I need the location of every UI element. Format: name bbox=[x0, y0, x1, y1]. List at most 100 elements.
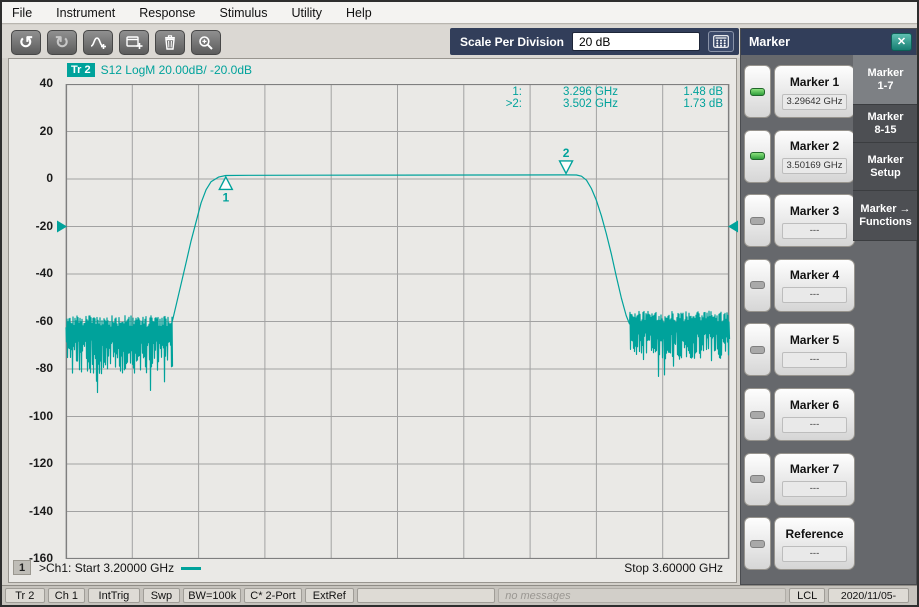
marker-panel: Marker ✕ Marker 13.29642 GHz Marker 2 3.50… bbox=[740, 28, 917, 585]
marker-value: --- bbox=[782, 546, 847, 562]
trace-info: S12 LogM 20.00dB/ -20.0dB bbox=[101, 63, 252, 77]
marker-button-marker-4[interactable]: Marker 4 --- bbox=[774, 259, 855, 312]
zoom-button[interactable] bbox=[191, 30, 221, 55]
status-segment-c-2-port[interactable]: C* 2-Port bbox=[244, 588, 301, 603]
led-off-icon bbox=[750, 411, 765, 419]
led-off-icon bbox=[750, 346, 765, 354]
graticule-and-trace: 12 bbox=[56, 84, 738, 559]
marker-value: --- bbox=[782, 223, 847, 239]
marker-value: 3.50169 GHz bbox=[782, 158, 847, 174]
marker-enable-toggle-3[interactable] bbox=[744, 194, 771, 247]
marker-enable-toggle-4[interactable] bbox=[744, 259, 771, 312]
menu-item-instrument[interactable]: Instrument bbox=[56, 6, 115, 20]
y-tick-label: -80 bbox=[17, 361, 53, 375]
plot-panel: Tr 2 S12 LogM 20.00dB/ -20.0dB 40 20 0 -20 -… bbox=[8, 58, 737, 583]
menu-item-file[interactable]: File bbox=[12, 6, 32, 20]
redo-icon: ↻ bbox=[55, 34, 69, 51]
y-tick-label: -20 bbox=[17, 219, 53, 233]
undo-button[interactable]: ↺ bbox=[11, 30, 41, 55]
y-tick-label: -140 bbox=[17, 504, 53, 518]
menu-item-help[interactable]: Help bbox=[346, 6, 372, 20]
led-off-icon bbox=[750, 217, 765, 225]
menu-item-stimulus[interactable]: Stimulus bbox=[220, 6, 268, 20]
x-axis-stop-label: Stop 3.60000 GHz bbox=[624, 561, 723, 575]
marker-tab-1[interactable]: Marker1-7 bbox=[853, 55, 918, 105]
marker-name: Marker 7 bbox=[775, 462, 854, 476]
led-on-icon bbox=[750, 152, 765, 160]
status-lcl[interactable]: LCL bbox=[789, 588, 825, 603]
marker-button-marker-6[interactable]: Marker 6--- bbox=[774, 388, 855, 441]
close-icon[interactable]: ✕ bbox=[891, 33, 912, 51]
marker-button-marker-3[interactable]: Marker 3 --- bbox=[774, 194, 855, 247]
marker-button-reference[interactable]: Reference --- bbox=[774, 517, 855, 570]
start-frequency-text: >Ch1: Start 3.20000 GHz bbox=[39, 561, 174, 575]
y-tick-label: -60 bbox=[17, 314, 53, 328]
y-tick-label: 20 bbox=[17, 124, 53, 138]
scale-per-division-input[interactable] bbox=[572, 32, 700, 51]
marker-name: Marker 2 bbox=[775, 139, 854, 153]
add-trace-icon bbox=[90, 35, 107, 50]
marker-tab-2[interactable]: Marker8-15 bbox=[853, 105, 918, 143]
y-tick-label: -120 bbox=[17, 456, 53, 470]
marker-value: --- bbox=[782, 287, 847, 303]
led-on-icon bbox=[750, 88, 765, 96]
svg-text:1: 1 bbox=[222, 190, 229, 204]
status-segment-swp[interactable]: Swp bbox=[143, 588, 181, 603]
marker-enable-toggle-5[interactable] bbox=[744, 323, 771, 376]
status-segment-tr-2[interactable]: Tr 2 bbox=[5, 588, 45, 603]
channel-badge[interactable]: 1 bbox=[13, 560, 31, 575]
marker-enable-toggle-6[interactable] bbox=[744, 388, 771, 441]
menu-item-response[interactable]: Response bbox=[139, 6, 195, 20]
add-window-button[interactable] bbox=[119, 30, 149, 55]
status-bar: Tr 2Ch 1IntTrig SwpBW=100kC* 2-Port ExtRef… bbox=[2, 585, 917, 605]
marker-name: Marker 5 bbox=[775, 333, 854, 347]
y-tick-label: 0 bbox=[17, 171, 53, 185]
marker-panel-header: Marker ✕ bbox=[741, 29, 916, 55]
y-tick-label: -40 bbox=[17, 266, 53, 280]
keypad-button[interactable] bbox=[708, 31, 734, 52]
status-segment-ch-1[interactable]: Ch 1 bbox=[48, 588, 86, 603]
marker-enable-toggle-1[interactable] bbox=[744, 65, 771, 118]
redo-button[interactable]: ↻ bbox=[47, 30, 77, 55]
add-trace-button[interactable] bbox=[83, 30, 113, 55]
y-tick-label: 40 bbox=[17, 76, 53, 90]
undo-icon: ↺ bbox=[19, 34, 33, 51]
status-empty-segment bbox=[357, 588, 495, 603]
add-window-icon bbox=[126, 35, 143, 50]
x-axis-start-label: >Ch1: Start 3.20000 GHz bbox=[39, 561, 201, 575]
status-segment-inttrig[interactable]: IntTrig bbox=[88, 588, 139, 603]
led-off-icon bbox=[750, 475, 765, 483]
marker-value: --- bbox=[782, 481, 847, 497]
marker-readouts: 1:3.296 GHz1.48 dB>2:3.502 GHz1.73 dB bbox=[496, 86, 723, 110]
marker-button-marker-1[interactable]: Marker 13.29642 GHz bbox=[774, 65, 855, 118]
marker-enable-toggle-2[interactable] bbox=[744, 130, 771, 183]
marker-enable-toggle-7[interactable] bbox=[744, 453, 771, 506]
trace-info-row: Tr 2 S12 LogM 20.00dB/ -20.0dB bbox=[67, 62, 252, 78]
menu-bar: File Instrument Response Stimulus Utility Hel… bbox=[2, 2, 917, 24]
marker-name: Reference bbox=[775, 527, 854, 541]
zoom-icon bbox=[198, 35, 214, 51]
delete-button[interactable] bbox=[155, 30, 185, 55]
scale-per-division-bar: Scale Per Division bbox=[450, 28, 739, 55]
marker-name: Marker 3 bbox=[775, 204, 854, 218]
y-tick-label: -100 bbox=[17, 409, 53, 423]
marker-panel-title: Marker bbox=[749, 35, 790, 49]
svg-text:2: 2 bbox=[563, 146, 570, 160]
app-window: File Instrument Response Stimulus Utility Hel… bbox=[0, 0, 919, 607]
marker-readout-row: 1:3.296 GHz1.48 dB bbox=[496, 86, 723, 98]
marker-button-marker-5[interactable]: Marker 5--- bbox=[774, 323, 855, 376]
menu-item-utility[interactable]: Utility bbox=[291, 6, 322, 20]
status-segment-extref[interactable]: ExtRef bbox=[305, 588, 354, 603]
marker-button-marker-7[interactable]: Marker 7 --- bbox=[774, 453, 855, 506]
marker-button-marker-2[interactable]: Marker 2 3.50169 GHz bbox=[774, 130, 855, 183]
status-message: no messages bbox=[498, 588, 786, 603]
toolbar-buttons: ↺↻ bbox=[11, 30, 221, 55]
marker-name: Marker 4 bbox=[775, 268, 854, 282]
keypad-icon bbox=[713, 35, 729, 48]
status-segment-bw-100k[interactable]: BW=100k bbox=[183, 588, 241, 603]
marker-tab-3[interactable]: MarkerSetup bbox=[853, 143, 918, 191]
marker-enable-toggle-8[interactable] bbox=[744, 517, 771, 570]
marker-name: Marker 1 bbox=[775, 75, 854, 89]
marker-tab-4[interactable]: Marker →Functions bbox=[853, 191, 918, 241]
trace-badge[interactable]: Tr 2 bbox=[67, 63, 95, 77]
